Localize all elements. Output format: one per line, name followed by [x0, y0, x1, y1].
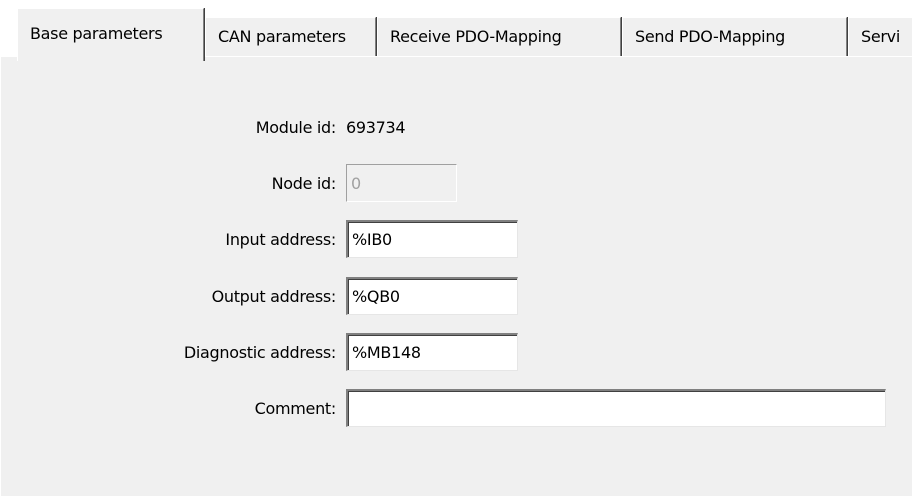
- node-id-field: [346, 164, 457, 202]
- diagnostic-address-label: Diagnostic address:: [183, 343, 336, 362]
- tab-strip: Base parameters CAN parameters Receive P…: [0, 0, 912, 62]
- node-id-label: Node id:: [271, 174, 337, 193]
- tab-send-pdo-mapping-label: Send PDO-Mapping: [635, 27, 786, 46]
- diagnostic-address-field[interactable]: [346, 333, 518, 371]
- module-id-value: 693734: [346, 118, 406, 137]
- tab-send-pdo-mapping[interactable]: Send PDO-Mapping: [622, 17, 847, 57]
- output-address-label: Output address:: [211, 287, 337, 306]
- tab-receive-pdo-mapping[interactable]: Receive PDO-Mapping: [377, 17, 621, 57]
- tab-receive-pdo-mapping-label: Receive PDO-Mapping: [390, 27, 562, 46]
- comment-field[interactable]: [346, 389, 886, 427]
- input-address-label: Input address:: [225, 230, 336, 249]
- tab-service-label: Servi: [861, 27, 900, 46]
- tab-can-parameters[interactable]: CAN parameters: [205, 17, 376, 57]
- comment-label: Comment:: [254, 399, 337, 418]
- tab-base-parameters[interactable]: Base parameters: [17, 8, 204, 61]
- base-parameters-panel: Module id: 693734 Node id: Input address…: [0, 56, 912, 496]
- tab-base-parameters-label: Base parameters: [30, 24, 163, 43]
- output-address-field[interactable]: [346, 277, 518, 315]
- tab-service[interactable]: Servi: [848, 17, 912, 57]
- tab-can-parameters-label: CAN parameters: [218, 27, 346, 46]
- input-address-field[interactable]: [346, 220, 518, 258]
- module-id-label: Module id:: [255, 118, 337, 137]
